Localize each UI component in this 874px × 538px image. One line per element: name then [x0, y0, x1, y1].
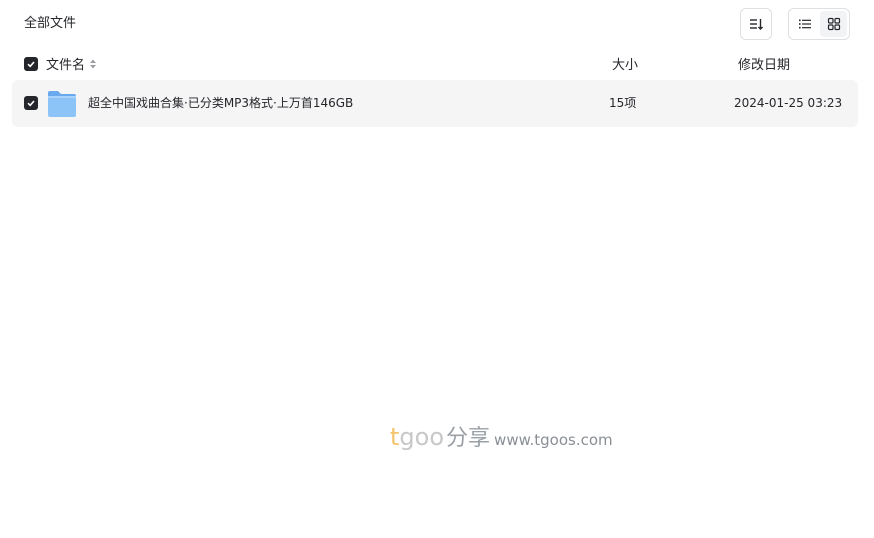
breadcrumb-all-files[interactable]: 全部文件: [24, 14, 76, 34]
list-view-button[interactable]: [791, 11, 818, 37]
grid-view-icon: [827, 17, 840, 31]
folder-icon: [48, 91, 76, 117]
watermark-url: www.tgoos.com: [494, 431, 613, 449]
view-switcher: [788, 8, 850, 40]
watermark-brand-cn: 分享: [446, 426, 491, 451]
file-manager: 全部文件 文件名 大小 修改日期 超全中国戏曲合集·已分类MP3格式·上万首14…: [0, 0, 874, 538]
watermark-brand-t: t: [390, 423, 400, 451]
table-header: 文件名 大小 修改日期: [12, 50, 858, 78]
watermark-brand-goo: goo: [399, 423, 445, 451]
column-header-modified[interactable]: 修改日期: [738, 54, 790, 73]
sort-toggle-icon: [90, 59, 97, 68]
column-header-name[interactable]: 文件名: [46, 54, 97, 73]
row-checkbox[interactable]: [24, 96, 38, 110]
list-view-icon: [798, 19, 811, 29]
checkmark-icon: [27, 100, 35, 107]
watermark-logo: t goo 分享 www.tgoos.com: [390, 420, 613, 452]
column-header-size[interactable]: 大小: [612, 54, 638, 73]
checkmark-icon: [27, 61, 35, 68]
select-all-checkbox[interactable]: [24, 57, 38, 71]
sort-button[interactable]: [740, 8, 772, 40]
file-name[interactable]: 超全中国戏曲合集·已分类MP3格式·上万首146GB: [88, 95, 353, 112]
file-modified-date: 2024-01-25 03:23: [734, 96, 843, 110]
file-size: 15项: [609, 96, 637, 110]
column-header-name-label: 文件名: [46, 58, 86, 73]
table-row[interactable]: 超全中国戏曲合集·已分类MP3格式·上万首146GB 15项 2024-01-2…: [12, 80, 858, 127]
sort-icon: [750, 19, 763, 30]
grid-view-button[interactable]: [820, 11, 847, 37]
